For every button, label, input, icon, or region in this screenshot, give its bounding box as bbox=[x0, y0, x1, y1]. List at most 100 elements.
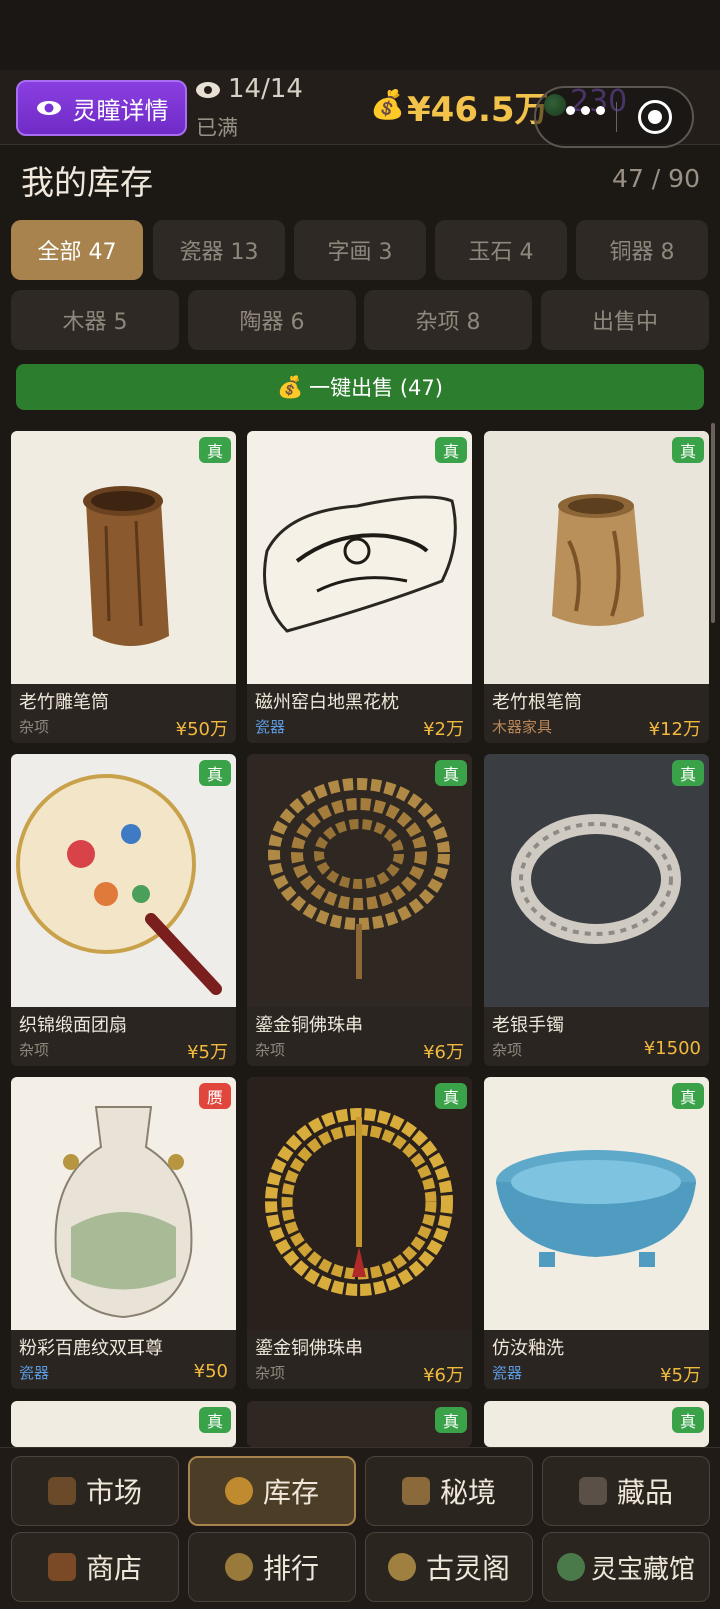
authentic-badge: 真 bbox=[672, 437, 704, 463]
item-card[interactable]: 真 织锦缎面团扇 杂项 ¥5万 bbox=[11, 754, 236, 1066]
item-category: 木器家具 bbox=[492, 718, 553, 736]
bamboo-root-brush-pot-image bbox=[484, 431, 709, 684]
top-bar: 灵瞳详情 14/14 已满 💰 ¥46.5万 230 bbox=[0, 70, 720, 148]
item-category: 杂项 bbox=[255, 1364, 286, 1382]
item-card[interactable]: 真 磁州窑白地黑花枕 瓷器 ¥2万 bbox=[247, 431, 472, 743]
pavilion-icon bbox=[387, 1553, 416, 1581]
bamboo-brush-pot-image bbox=[11, 431, 236, 684]
gilt-bronze-beads-image bbox=[247, 1077, 472, 1330]
authentic-badge: 真 bbox=[435, 760, 467, 786]
item-price: ¥50万 bbox=[175, 719, 228, 740]
sell-all-label: 一键出售 (47) bbox=[309, 376, 443, 400]
item-price: ¥50 bbox=[193, 1361, 228, 1382]
nav-market[interactable]: 市场 bbox=[11, 1456, 179, 1526]
silver-bracelet-image bbox=[484, 754, 709, 1007]
famille-rose-vase-image bbox=[11, 1077, 236, 1330]
item-name: 鎏金铜佛珠串 bbox=[255, 1338, 363, 1359]
authentic-badge: 真 bbox=[199, 437, 231, 463]
eye-detail-label: 灵瞳详情 bbox=[72, 96, 169, 125]
item-card[interactable]: 真 bbox=[247, 1401, 472, 1447]
authentic-badge: 真 bbox=[199, 760, 231, 786]
sell-all-button[interactable]: 💰 一键出售 (47) bbox=[16, 364, 704, 410]
close-icon[interactable] bbox=[638, 100, 672, 134]
item-card[interactable]: 真 老竹根笔筒 木器家具 ¥12万 bbox=[484, 431, 709, 743]
item-card[interactable]: 真 老竹雕笔筒 杂项 ¥50万 bbox=[11, 431, 236, 743]
collection-icon bbox=[578, 1477, 607, 1505]
slot-status: 已满 bbox=[196, 116, 238, 140]
silk-fan-image bbox=[11, 754, 236, 1007]
item-name: 老竹根笔筒 bbox=[492, 692, 582, 713]
item-card[interactable]: 真 鎏金铜佛珠串 杂项 ¥6万 bbox=[247, 1077, 472, 1389]
nav-label: 商店 bbox=[85, 1552, 142, 1585]
capsule-divider bbox=[616, 102, 617, 132]
slot-count: 14/14 bbox=[228, 74, 303, 104]
tab-all[interactable]: 全部 47 bbox=[11, 220, 143, 280]
page-title: 我的库存 bbox=[21, 163, 153, 202]
item-card[interactable]: 赝 粉彩百鹿纹双耳尊 瓷器 ¥50 bbox=[11, 1077, 236, 1389]
item-card[interactable]: 真 bbox=[11, 1401, 236, 1447]
item-price: ¥5万 bbox=[660, 1365, 701, 1386]
tab-painting[interactable]: 字画 3 bbox=[294, 220, 426, 280]
nav-label: 库存 bbox=[262, 1476, 319, 1509]
nav-shop[interactable]: 商店 bbox=[11, 1532, 179, 1602]
eye-detail-button[interactable]: 灵瞳详情 bbox=[16, 80, 187, 136]
item-name: 鎏金铜佛珠串 bbox=[255, 1015, 363, 1036]
market-icon bbox=[47, 1477, 76, 1505]
item-name: 磁州窑白地黑花枕 bbox=[255, 692, 399, 713]
tab-on-sale[interactable]: 出售中 bbox=[541, 290, 709, 350]
trophy-icon bbox=[224, 1553, 253, 1581]
item-card[interactable]: 真 仿汝釉洗 瓷器 ¥5万 bbox=[484, 1077, 709, 1389]
tab-jade[interactable]: 玉石 4 bbox=[435, 220, 567, 280]
item-card[interactable]: 真 鎏金铜佛珠串 杂项 ¥6万 bbox=[247, 754, 472, 1066]
capacity-count: 47 / 90 bbox=[612, 164, 700, 193]
money-bag-icon: 💰 bbox=[370, 88, 405, 121]
nav-label: 古灵阁 bbox=[425, 1552, 510, 1585]
authentic-badge: 真 bbox=[672, 1083, 704, 1109]
more-icon[interactable] bbox=[566, 106, 610, 120]
item-price: ¥2万 bbox=[423, 719, 464, 740]
status-bar bbox=[0, 0, 720, 70]
item-name: 老银手镯 bbox=[492, 1015, 564, 1036]
shop-icon bbox=[47, 1553, 76, 1581]
tab-misc[interactable]: 杂项 8 bbox=[364, 290, 532, 350]
scrollbar[interactable] bbox=[711, 423, 715, 623]
nav-collection[interactable]: 藏品 bbox=[542, 1456, 710, 1526]
item-card[interactable]: 真 bbox=[484, 1401, 709, 1447]
nav-label: 排行 bbox=[262, 1552, 319, 1585]
nav-inventory[interactable]: 库存 bbox=[188, 1456, 356, 1526]
museum-icon bbox=[556, 1553, 585, 1581]
money-bag-icon: 💰 bbox=[277, 374, 304, 399]
item-category: 杂项 bbox=[255, 1041, 286, 1059]
item-name: 老竹雕笔筒 bbox=[19, 692, 109, 713]
porcelain-pillow-image bbox=[247, 431, 472, 684]
tab-wood[interactable]: 木器 5 bbox=[11, 290, 179, 350]
authentic-badge: 真 bbox=[435, 437, 467, 463]
nav-secret-realm[interactable]: 秘境 bbox=[365, 1456, 533, 1526]
chest-icon bbox=[224, 1477, 253, 1505]
tab-porcelain[interactable]: 瓷器 13 bbox=[153, 220, 285, 280]
authentic-badge: 真 bbox=[672, 760, 704, 786]
bottom-nav: 市场 库存 秘境 藏品 商店 排行 古灵阁 灵宝藏馆 bbox=[0, 1447, 720, 1609]
item-name: 仿汝釉洗 bbox=[492, 1338, 564, 1359]
nav-ranking[interactable]: 排行 bbox=[188, 1532, 356, 1602]
authentic-badge: 真 bbox=[199, 1407, 231, 1433]
item-category: 瓷器 bbox=[492, 1364, 523, 1382]
fake-badge: 赝 bbox=[199, 1083, 231, 1109]
item-category: 瓷器 bbox=[255, 718, 286, 736]
item-category: 杂项 bbox=[19, 718, 50, 736]
item-card[interactable]: 真 老银手镯 杂项 ¥1500 bbox=[484, 754, 709, 1066]
item-category: 瓷器 bbox=[19, 1364, 50, 1382]
authentic-badge: 真 bbox=[672, 1407, 704, 1433]
nav-pavilion[interactable]: 古灵阁 bbox=[365, 1532, 533, 1602]
authentic-badge: 真 bbox=[435, 1407, 467, 1433]
item-price: ¥6万 bbox=[423, 1365, 464, 1386]
tab-bronze[interactable]: 铜器 8 bbox=[576, 220, 708, 280]
authentic-badge: 真 bbox=[435, 1083, 467, 1109]
nav-label: 市场 bbox=[85, 1476, 142, 1509]
ru-glaze-washer-image bbox=[484, 1077, 709, 1330]
tab-pottery[interactable]: 陶器 6 bbox=[188, 290, 356, 350]
item-price: ¥1500 bbox=[643, 1038, 701, 1059]
item-price: ¥6万 bbox=[423, 1042, 464, 1063]
miniprogram-capsule bbox=[534, 86, 694, 148]
nav-museum[interactable]: 灵宝藏馆 bbox=[542, 1532, 710, 1602]
